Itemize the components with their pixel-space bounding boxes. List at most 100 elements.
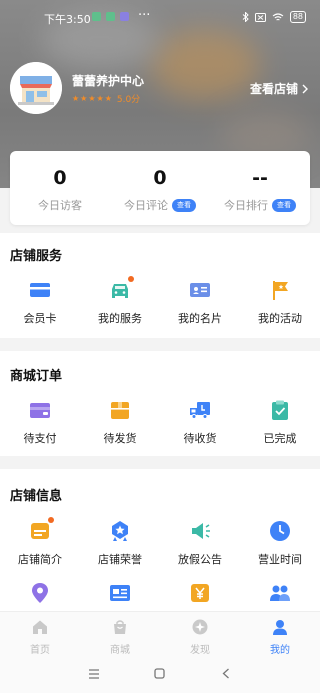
view-ranking-button[interactable]: 查看 (272, 198, 296, 212)
menu-icon[interactable] (88, 669, 100, 679)
star-icon: ★ (96, 93, 104, 103)
store-name: 蕾蕾养护中心 (72, 74, 145, 88)
section-title: 商城订单 (10, 369, 63, 384)
star-icon: ★ (72, 93, 80, 103)
notification-badge (128, 276, 134, 282)
storefront-illustration-icon (10, 62, 62, 114)
business-hours-item[interactable]: 营业时间 (240, 520, 320, 567)
megaphone-icon (192, 523, 210, 539)
qualification-item[interactable] (80, 582, 160, 604)
item-label: 已完成 (263, 432, 297, 445)
rating-value: 5.0分 (116, 95, 141, 105)
stat-label: 今日访客 (38, 199, 82, 212)
item-label: 会员卡 (23, 312, 57, 325)
payment-settings-item[interactable] (160, 582, 240, 604)
stat-value: 0 (53, 167, 67, 189)
pending-receipt-item[interactable]: 待收货 (160, 399, 240, 446)
store-intro-icon (31, 523, 49, 539)
wifi-icon (272, 12, 284, 20)
activity-flag-icon (273, 281, 288, 300)
view-store-link[interactable]: 查看店铺 (250, 80, 308, 97)
app-notification-icon (92, 12, 101, 21)
store-info-section: 店铺信息 店铺简介 店铺荣誉 放假公告 营业时间 (0, 469, 320, 619)
wallet-icon (30, 403, 50, 418)
view-comments-button[interactable]: 查看 (172, 198, 196, 212)
home-square-icon[interactable] (154, 668, 165, 679)
item-label: 我的活动 (258, 312, 302, 325)
section-title: 店铺信息 (10, 489, 63, 504)
chevron-right-icon (302, 84, 308, 93)
item-label: 店铺简介 (18, 553, 62, 566)
yuan-payment-icon (191, 584, 209, 602)
stat-label: 今日评论 (124, 199, 168, 212)
shop-bag-icon (114, 620, 126, 634)
today-stats-card: 0 今日访客 0 今日评论 查看 -- 今日排行 查看 (10, 151, 310, 225)
clock-icon (270, 521, 290, 541)
my-business-card-item[interactable]: 我的名片 (160, 279, 240, 326)
back-arrow-icon[interactable] (222, 668, 230, 679)
tab-mine[interactable]: 我的 (240, 612, 320, 658)
bluetooth-icon (242, 12, 249, 22)
honor-medal-icon (112, 521, 128, 541)
tab-label: 发现 (190, 645, 210, 656)
my-activity-item[interactable]: 我的活动 (240, 279, 320, 326)
view-store-label: 查看店铺 (249, 82, 298, 96)
system-navigation-bar (0, 657, 320, 693)
tab-home[interactable]: 首页 (0, 612, 80, 658)
bottom-tab-bar: 首页 商城 发现 我的 (0, 611, 320, 658)
staff-group-icon (270, 585, 290, 601)
car-service-icon (112, 284, 128, 298)
member-card-item[interactable]: 会员卡 (0, 279, 80, 326)
package-icon (111, 402, 129, 419)
star-icon: ★ (104, 93, 112, 103)
item-label: 放假公告 (178, 553, 222, 566)
notification-badge (48, 517, 54, 523)
stat-comments: 0 今日评论 查看 (110, 151, 210, 225)
home-icon (33, 620, 47, 634)
section-title: 店铺服务 (10, 249, 63, 264)
business-card-icon (190, 283, 210, 297)
store-location-item[interactable] (0, 582, 80, 604)
tab-discover[interactable]: 发现 (160, 612, 240, 658)
pending-payment-item[interactable]: 待支付 (0, 399, 80, 446)
app-notification-icon (120, 12, 129, 21)
item-label: 店铺荣誉 (98, 553, 142, 566)
stat-label: 今日排行 (224, 199, 268, 212)
my-service-item[interactable]: 我的服务 (80, 276, 160, 326)
stat-value: 0 (153, 167, 167, 189)
store-rating: ★ ★ ★ ★ ★ 5.0分 (72, 92, 140, 105)
tab-label: 我的 (270, 645, 290, 656)
store-avatar[interactable] (10, 62, 62, 114)
status-bar: 下午3:50 ··· 88 (0, 8, 320, 28)
pending-shipment-item[interactable]: 待发货 (80, 399, 160, 446)
battery-icon: 88 (289, 11, 306, 23)
item-label: 我的服务 (98, 312, 142, 325)
more-notifications-icon: ··· (138, 8, 151, 23)
star-icon: ★ (88, 93, 96, 103)
store-honor-item[interactable]: 店铺荣誉 (80, 520, 160, 567)
status-time: 下午3:50 (44, 13, 91, 26)
mall-orders-section: 商城订单 待支付 待发货 待收货 已完成 (0, 351, 320, 456)
id-card-icon (110, 585, 130, 601)
star-icon: ★ (80, 93, 88, 103)
store-service-section: 店铺服务 会员卡 我的服务 我的名片 我的活动 (0, 233, 320, 338)
item-label: 待发货 (103, 432, 137, 445)
item-label: 营业时间 (258, 553, 302, 566)
signal-off-icon (254, 12, 266, 22)
tab-label: 商城 (110, 645, 130, 656)
delivery-truck-icon (190, 402, 210, 419)
staff-management-item[interactable] (240, 582, 320, 604)
profile-icon (273, 620, 287, 635)
item-label: 待收货 (183, 432, 217, 445)
stat-visitors: 0 今日访客 (10, 151, 110, 225)
completed-item[interactable]: 已完成 (240, 399, 320, 446)
location-pin-icon (32, 583, 48, 603)
tab-label: 首页 (30, 645, 50, 656)
holiday-notice-item[interactable]: 放假公告 (160, 520, 240, 567)
discover-compass-icon (192, 619, 208, 635)
notification-icons (92, 12, 129, 21)
store-intro-item[interactable]: 店铺简介 (0, 517, 80, 567)
item-label: 我的名片 (178, 312, 222, 325)
completed-clipboard-icon (272, 400, 288, 420)
tab-mall[interactable]: 商城 (80, 612, 160, 658)
